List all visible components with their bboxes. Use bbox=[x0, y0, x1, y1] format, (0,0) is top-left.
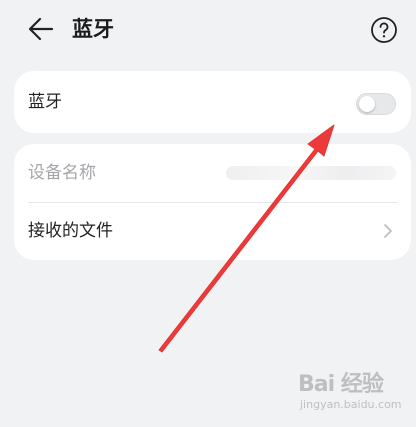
toggle-knob bbox=[359, 96, 375, 112]
watermark-text: Bai 经验 bbox=[298, 372, 384, 397]
received-files-label: 接收的文件 bbox=[28, 221, 113, 241]
device-name-label: 设备名称 bbox=[28, 163, 96, 183]
bluetooth-row[interactable]: 蓝牙 bbox=[14, 73, 411, 131]
received-files-row[interactable]: 接收的文件 bbox=[14, 202, 411, 260]
arrow-left-icon[interactable] bbox=[26, 14, 56, 44]
device-card: 设备名称 接收的文件 bbox=[14, 144, 411, 260]
bluetooth-label: 蓝牙 bbox=[28, 92, 62, 112]
baidu-watermark: Bai 经验 jingyan.baidu.com bbox=[298, 372, 408, 416]
top-app-bar: 蓝牙 bbox=[0, 0, 416, 60]
question-circle-icon[interactable] bbox=[370, 16, 398, 44]
blurred-device-name bbox=[226, 166, 396, 180]
bluetooth-toggle[interactable] bbox=[356, 93, 396, 115]
chevron-right-icon bbox=[384, 224, 392, 238]
watermark-subtext: jingyan.baidu.com bbox=[300, 398, 402, 411]
page-title: 蓝牙 bbox=[72, 17, 114, 41]
device-name-row[interactable]: 设备名称 bbox=[14, 144, 411, 202]
bluetooth-card: 蓝牙 bbox=[14, 71, 411, 133]
